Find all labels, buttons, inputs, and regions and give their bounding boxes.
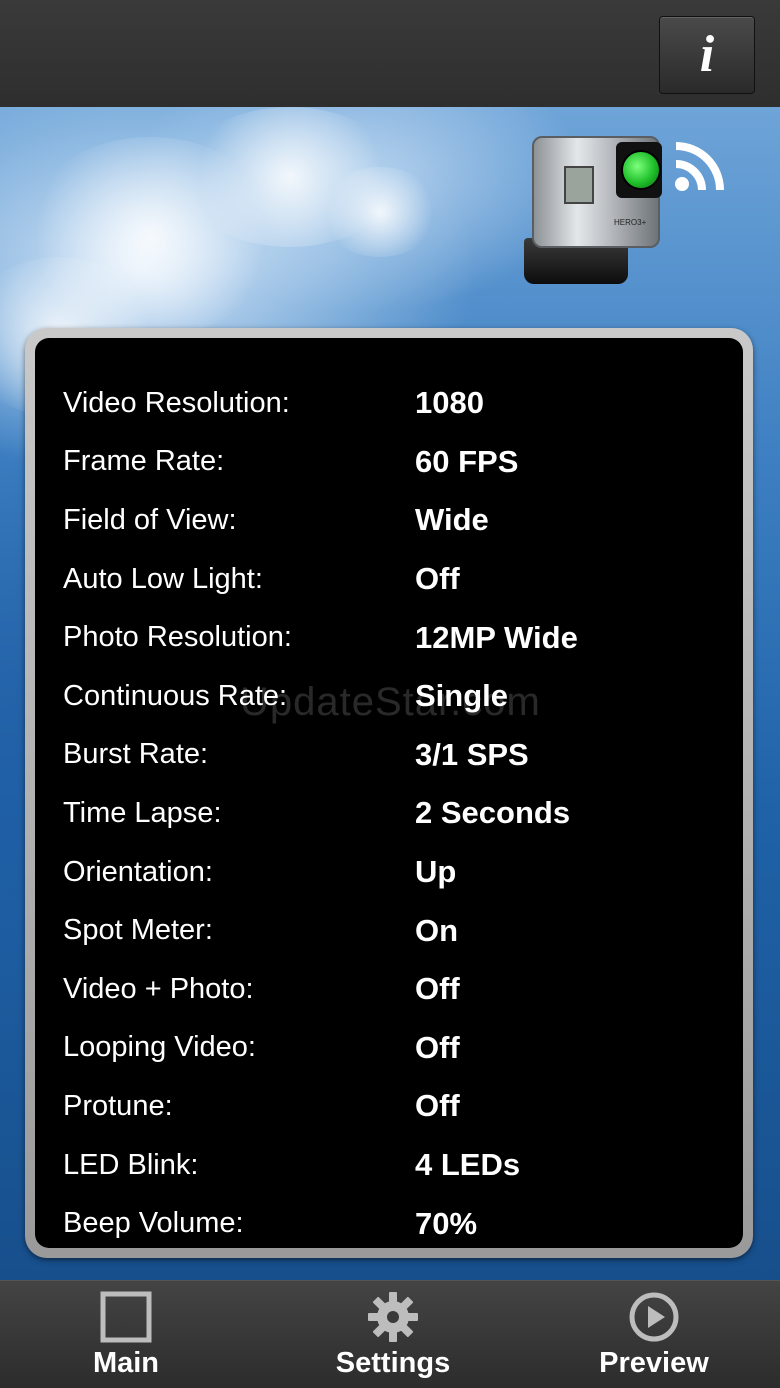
setting-value: 3/1 SPS <box>415 736 529 772</box>
setting-row-field-of-view: Field of View: Wide <box>35 491 743 550</box>
setting-label: Video + Photo: <box>63 972 254 1005</box>
setting-label: Orientation: <box>63 855 213 888</box>
setting-value: 2 Seconds <box>415 795 571 831</box>
setting-value: Up <box>415 854 457 890</box>
info-icon: i <box>699 26 715 83</box>
gear-icon <box>368 1292 418 1342</box>
setting-value: On <box>415 912 459 948</box>
setting-label: Continuous Rate: <box>63 679 288 712</box>
camera-lens <box>621 150 661 190</box>
setting-row-burst-rate: Burst Rate: 3/1 SPS <box>35 726 743 785</box>
setting-row-continuous-rate: Continuous Rate: Single <box>35 667 743 726</box>
setting-label: Looping Video: <box>63 1031 256 1064</box>
tab-settings[interactable]: Settings <box>325 1281 461 1388</box>
tab-label: Main <box>92 1347 160 1379</box>
info-button[interactable]: i <box>659 16 755 94</box>
setting-label: Field of View: <box>63 503 237 536</box>
camera-model-label: HERO3+ <box>614 218 647 227</box>
setting-label: Photo Resolution: <box>63 621 292 654</box>
setting-row-auto-low-light: Auto Low Light: Off <box>35 550 743 609</box>
setting-row-frame-rate: Frame Rate: 60 FPS <box>35 433 743 492</box>
tab-label: Preview <box>599 1347 709 1379</box>
setting-row-time-lapse: Time Lapse: 2 Seconds <box>35 784 743 843</box>
top-bar: i <box>0 0 780 108</box>
setting-row-orientation: Orientation: Up <box>35 843 743 902</box>
setting-label: Spot Meter: <box>63 914 213 947</box>
setting-value: 1080 <box>415 385 484 421</box>
setting-label: Beep Volume: <box>63 1207 244 1240</box>
setting-value: Off <box>415 1029 460 1065</box>
setting-row-beep-volume: Beep Volume: 70% <box>35 1194 743 1253</box>
setting-row-spot-meter: Spot Meter: On <box>35 901 743 960</box>
setting-row-looping-video: Looping Video: Off <box>35 1019 743 1078</box>
settings-panel: Video Resolution: 1080 Frame Rate: 60 FP… <box>25 328 753 1258</box>
setting-row-video-photo: Video + Photo: Off <box>35 960 743 1019</box>
setting-label: Video Resolution: <box>63 386 290 419</box>
setting-label: Auto Low Light: <box>63 562 263 595</box>
setting-value: 4 LEDs <box>415 1147 521 1183</box>
setting-label: Protune: <box>63 1089 173 1122</box>
setting-value: 60 FPS <box>415 443 519 479</box>
square-icon <box>100 1291 152 1343</box>
tab-main[interactable]: Main <box>74 1281 178 1388</box>
setting-value: 70% <box>415 1205 478 1241</box>
tab-label: Settings <box>335 1347 451 1379</box>
setting-label: Burst Rate: <box>63 738 209 771</box>
setting-value: Off <box>415 1088 460 1124</box>
setting-value: Off <box>415 561 460 597</box>
setting-value: 12MP Wide <box>415 619 578 655</box>
camera-screen <box>564 166 594 204</box>
setting-row-photo-resolution: Photo Resolution: 12MP Wide <box>35 608 743 667</box>
camera-image: HERO3+ <box>524 130 674 288</box>
settings-list: Video Resolution: 1080 Frame Rate: 60 FP… <box>35 338 743 1248</box>
wifi-icon <box>675 142 724 191</box>
tab-bar: Main Settings Preview <box>0 1280 780 1388</box>
play-icon <box>629 1292 679 1342</box>
setting-value: Off <box>415 971 460 1007</box>
setting-row-protune: Protune: Off <box>35 1077 743 1136</box>
tab-preview[interactable]: Preview <box>588 1281 720 1388</box>
setting-value: Single <box>415 678 509 714</box>
setting-row-video-resolution: Video Resolution: 1080 <box>35 374 743 433</box>
setting-value: Wide <box>415 502 489 538</box>
setting-label: Frame Rate: <box>63 445 225 478</box>
setting-label: Time Lapse: <box>63 796 222 829</box>
setting-row-led-blink: LED Blink: 4 LEDs <box>35 1136 743 1195</box>
setting-label: LED Blink: <box>63 1148 199 1181</box>
